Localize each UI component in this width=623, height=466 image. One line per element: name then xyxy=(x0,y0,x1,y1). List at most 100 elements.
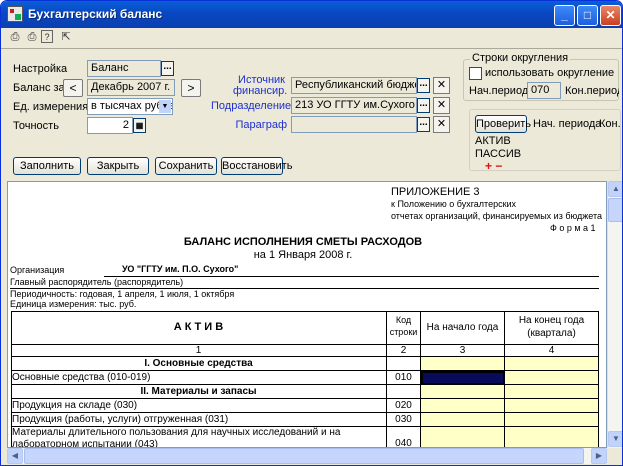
vertical-scroll-thumb[interactable] xyxy=(608,198,622,222)
paragraph-label: Параграф xyxy=(235,119,287,131)
header-code: Код строки xyxy=(387,311,421,345)
scroll-up-icon[interactable]: ▲ xyxy=(608,181,622,197)
vertical-scrollbar[interactable]: ▲ ▼ xyxy=(607,181,622,448)
paragraph-field[interactable] xyxy=(291,116,417,133)
division-field[interactable]: 213 УО ГГТУ им.Сухого xyxy=(291,97,417,114)
start-cell[interactable] xyxy=(421,427,505,447)
appendix-sub1: к Положению о бухгалтерских xyxy=(391,199,517,209)
restore-button[interactable]: Восстановить xyxy=(221,157,292,175)
end-cell[interactable] xyxy=(505,427,599,447)
start-cell[interactable] xyxy=(421,413,505,427)
plus-minus-icon[interactable]: + − xyxy=(485,159,502,173)
use-rounding-checkbox[interactable] xyxy=(469,67,482,80)
table-row-label: Продукция на складе (030) xyxy=(11,399,387,413)
units-label: Ед. измерения xyxy=(13,101,89,113)
rounding-end-label: Кон.периода xyxy=(565,85,619,97)
horizontal-scrollbar[interactable]: ◀ ▶ xyxy=(7,448,607,464)
section-row-2: II. Материалы и запасы xyxy=(11,385,387,399)
code-cell xyxy=(387,385,421,399)
col-num-2: 2 xyxy=(387,345,421,357)
printer-icon[interactable]: ⎙ xyxy=(7,29,23,45)
printer-setup-icon[interactable]: ⎙ xyxy=(24,29,40,45)
header-start-year: На начало года xyxy=(421,311,505,345)
appendix-sub2: отчетах организаций, финансируемых из бю… xyxy=(391,211,603,221)
section-row-1: I. Основные средства xyxy=(11,357,387,371)
window-title: Бухгалтерский баланс xyxy=(28,7,163,21)
next-period-button[interactable]: > xyxy=(181,79,201,97)
report-document[interactable]: ПРИЛОЖЕНИЕ 3 к Положению о бухгалтерских… xyxy=(7,181,607,448)
start-cell[interactable] xyxy=(421,385,505,399)
maximize-button[interactable]: □ xyxy=(577,5,598,26)
app-icon xyxy=(7,6,23,22)
manager-label: Главный распорядитель (распорядитель) xyxy=(10,277,184,287)
start-cell[interactable] xyxy=(421,399,505,413)
division-label: Подразделение xyxy=(211,100,292,112)
funding-source-label: Источник финансир. xyxy=(233,74,288,97)
col-num-4: 4 xyxy=(505,345,599,357)
paragraph-browse-button[interactable]: ... xyxy=(417,117,430,132)
table-row-label-line1: Материалы длительного пользования для на… xyxy=(12,427,341,438)
code-cell xyxy=(387,357,421,371)
appendix-title: ПРИЛОЖЕНИЕ 3 xyxy=(391,186,480,198)
settings-field[interactable]: Баланс xyxy=(87,60,161,77)
minimize-button[interactable]: _ xyxy=(554,5,575,26)
table-row-label: Основные средства (010-019) xyxy=(11,371,387,385)
rounding-group-title: Строки округления xyxy=(470,52,571,64)
rounding-start-label: Нач.периода xyxy=(469,85,535,97)
settings-browse-button[interactable]: ... xyxy=(161,61,174,76)
table-row-code: 030 xyxy=(387,413,421,427)
horizontal-scroll-thumb[interactable] xyxy=(24,448,584,464)
balance-period-field[interactable]: Декабрь 2007 г. xyxy=(87,79,175,96)
table-row-code: 020 xyxy=(387,399,421,413)
check-button[interactable]: Проверить xyxy=(475,115,531,133)
precision-field[interactable]: 2 xyxy=(87,117,133,134)
rounding-start-field[interactable]: 070 xyxy=(527,82,561,99)
title-bar[interactable]: Бухгалтерский баланс _ □ ✕ xyxy=(1,1,622,28)
prev-period-button[interactable]: < xyxy=(63,79,83,97)
funding-source-browse-button[interactable]: ... xyxy=(417,78,430,93)
end-cell[interactable] xyxy=(505,385,599,399)
pointer-help-icon[interactable]: ⇱ xyxy=(58,29,74,45)
check-start-col-label: Нач. периода xyxy=(533,118,602,130)
table-row-label-line2: лабораторном испытании (043) xyxy=(12,439,158,448)
funding-source-clear-button[interactable]: ✕ xyxy=(433,77,450,94)
units-select[interactable]: в тысячах рублей ▼ xyxy=(87,98,173,115)
save-button[interactable]: Сохранить xyxy=(155,157,217,175)
end-cell[interactable] xyxy=(505,357,599,371)
end-cell[interactable] xyxy=(505,399,599,413)
funding-source-field[interactable]: Республиканский бюджет xyxy=(291,77,417,94)
report-date: на 1 Января 2008 г. xyxy=(253,249,353,261)
scroll-right-icon[interactable]: ▶ xyxy=(591,448,607,464)
scroll-left-icon[interactable]: ◀ xyxy=(7,448,23,464)
settings-label: Настройка xyxy=(13,63,68,75)
report-title: БАЛАНС ИСПОЛНЕНИЯ СМЕТЫ РАСХОДОВ xyxy=(183,236,423,248)
end-cell[interactable] xyxy=(505,371,599,385)
chevron-down-icon[interactable]: ▼ xyxy=(159,100,171,113)
main-window: Бухгалтерский баланс _ □ ✕ ⎙ ⎙ ? ⇱ Настр… xyxy=(0,0,623,466)
organization-label: Организация xyxy=(10,265,65,275)
selected-start-cell[interactable] xyxy=(421,371,505,385)
use-rounding-label: использовать округление xyxy=(485,67,615,79)
help-icon[interactable]: ? xyxy=(41,30,53,43)
table-row-code: 010 xyxy=(387,371,421,385)
balance-period-label: Баланс за xyxy=(13,82,65,94)
unit-label: Единица измерения: тыс. руб. xyxy=(10,299,137,309)
division-browse-button[interactable]: ... xyxy=(417,98,430,113)
fill-button[interactable]: Заполнить xyxy=(13,157,81,175)
col-num-3: 3 xyxy=(421,345,505,357)
periodicity-label: Периодичность: годовая, 1 апреля, 1 июля… xyxy=(10,289,235,299)
balance-table: А К Т И В Код строки На начало года На к… xyxy=(11,311,599,448)
toolbar-divider xyxy=(1,48,622,49)
start-cell[interactable] xyxy=(421,357,505,371)
paragraph-clear-button[interactable]: ✕ xyxy=(433,116,450,133)
calculator-icon[interactable]: ▦ xyxy=(133,118,146,133)
scroll-down-icon[interactable]: ▼ xyxy=(608,431,622,447)
close-button[interactable]: ✕ xyxy=(600,5,621,26)
organization-value: УО "ГГТУ им. П.О. Сухого" xyxy=(122,264,239,274)
end-cell[interactable] xyxy=(505,413,599,427)
header-end-year: На конец года (квартала) xyxy=(505,311,599,345)
check-asset-label: АКТИВ xyxy=(475,135,511,147)
close-form-button[interactable]: Закрыть xyxy=(87,157,149,175)
division-clear-button[interactable]: ✕ xyxy=(433,97,450,114)
table-row-label: Продукция (работы, услуги) отгруженная (… xyxy=(11,413,387,427)
